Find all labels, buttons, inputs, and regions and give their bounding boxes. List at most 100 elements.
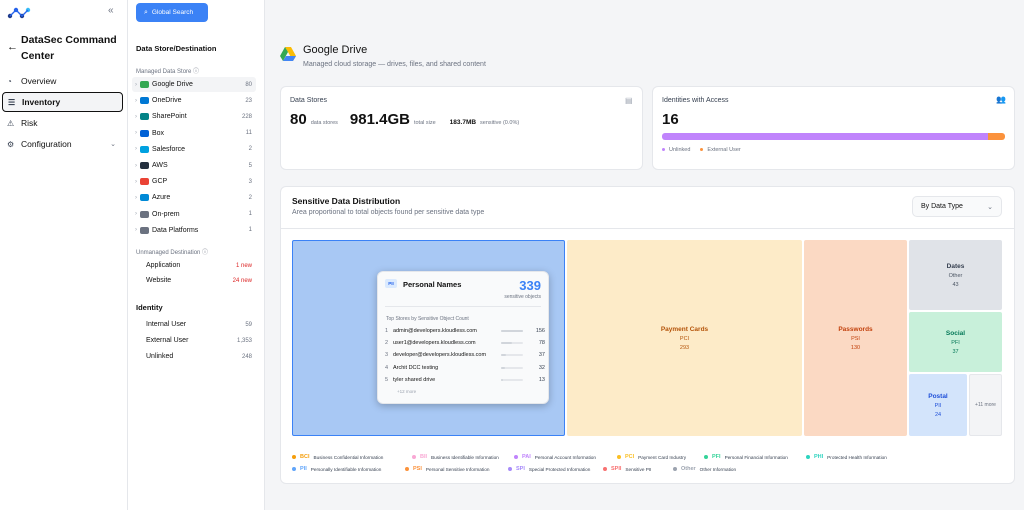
managed-store-google-drive[interactable]: › Google Drive 80 xyxy=(132,77,256,92)
item-name: Website xyxy=(146,277,172,284)
managed-store-on-prem[interactable]: › On-prem 1 xyxy=(132,207,256,222)
legend-dot xyxy=(662,148,665,152)
legend-dot xyxy=(514,455,518,459)
row-bar xyxy=(501,354,523,357)
item-count: 1 xyxy=(248,211,252,218)
legend-external-label: External User xyxy=(707,147,741,153)
legend-label: Personal Sensitive Information xyxy=(425,466,490,472)
tooltip-more: +12 more xyxy=(397,389,417,394)
cell-value: 37 xyxy=(952,348,959,355)
legend-label: Business Identifiable Information xyxy=(431,454,499,460)
cell-title: Social xyxy=(945,329,966,337)
store-icon xyxy=(140,129,149,137)
data-stores-stats: 80 data stores 981.4GB total size 183.7M… xyxy=(290,111,519,128)
app-title: DataSec Command Center xyxy=(21,34,117,62)
total-size: 981.4GB xyxy=(349,111,410,128)
tooltip-list-title: Top Stores by Sensitive Object Count xyxy=(386,316,469,322)
data-stores-label: Data Stores xyxy=(290,97,327,104)
collapse-sidebar-icon[interactable]: « xyxy=(108,5,114,16)
managed-store-salesforce[interactable]: › Salesforce 2 xyxy=(132,142,256,157)
item-count: 228 xyxy=(241,113,252,120)
legend-code: PSI xyxy=(413,466,422,472)
global-search-button[interactable]: ⌕ Global Search xyxy=(136,3,208,22)
treemap-cell-postal[interactable]: Postal PII 24 xyxy=(909,374,967,436)
tooltip-row: 5 tyler shared drive 13 xyxy=(385,375,545,385)
divider xyxy=(281,228,1014,229)
item-name: OneDrive xyxy=(152,97,182,105)
treemap-cell-more[interactable]: +11 more xyxy=(969,374,1002,436)
legend-code: Other xyxy=(681,466,696,472)
google-drive-icon xyxy=(280,47,296,61)
bar-external xyxy=(987,133,1005,140)
identity-item-unlinked[interactable]: Unlinked 248 xyxy=(132,349,256,364)
panel-heading: Data Store/Destination xyxy=(136,44,217,53)
cell-title: Dates xyxy=(946,262,965,270)
item-name: Data Platforms xyxy=(152,226,199,234)
nav-inventory[interactable]: ☰ Inventory xyxy=(2,92,123,112)
item-count: 24 new xyxy=(232,277,252,284)
store-icon xyxy=(140,194,149,202)
managed-store-sharepoint[interactable]: › SharePoint 228 xyxy=(132,109,256,124)
store-icon xyxy=(140,210,149,218)
treemap-cell-dates[interactable]: Dates Other 43 xyxy=(909,240,1002,310)
tooltip-row: 2 user1@developers.kloudless.com 78 xyxy=(385,338,545,348)
identity-item-internal-user[interactable]: Internal User 59 xyxy=(132,317,256,332)
managed-store-box[interactable]: › Box 11 xyxy=(132,126,256,141)
row-rank: 3 xyxy=(385,352,389,359)
nav-configuration[interactable]: ⚙ Configuration ⌄ xyxy=(2,134,123,154)
cell-title: Postal xyxy=(928,392,948,400)
identity-item-external-user[interactable]: External User 1,353 xyxy=(132,333,256,348)
config-icon: ⚙ xyxy=(7,139,15,149)
row-rank: 2 xyxy=(385,340,389,347)
row-name: user1@developers.kloudless.com xyxy=(393,340,476,347)
managed-store-data-platforms[interactable]: › Data Platforms 1 xyxy=(132,223,256,238)
treemap-cell-passwords[interactable]: Passwords PSI 130 xyxy=(804,240,907,436)
item-count: 248 xyxy=(241,353,252,360)
unmanaged-item-application[interactable]: Application 1 new xyxy=(132,258,256,273)
back-arrow-icon[interactable]: ← xyxy=(7,41,18,53)
managed-store-aws[interactable]: › AWS 5 xyxy=(132,158,256,173)
managed-store-gcp[interactable]: › GCP 3 xyxy=(132,174,256,189)
chevron-right-icon: › xyxy=(135,81,137,88)
legend-code: BCI xyxy=(300,454,310,460)
chevron-down-icon: ⌄ xyxy=(987,203,993,211)
app-logo xyxy=(7,7,31,19)
treemap-cell-payment-cards[interactable]: Payment Cards PCI 293 xyxy=(567,240,802,436)
legend-code: PII xyxy=(300,466,307,472)
cell-more-label: +11 more xyxy=(975,402,996,408)
row-bar xyxy=(501,330,523,332)
legend-label: Business Confidential Information xyxy=(313,454,384,460)
item-count: 1,353 xyxy=(236,337,252,344)
managed-store-onedrive[interactable]: › OneDrive 23 xyxy=(132,93,256,108)
sensitive-size: 183.7MB xyxy=(449,119,477,126)
unmanaged-item-website[interactable]: Website 24 new xyxy=(132,273,256,288)
cell-value: 24 xyxy=(934,411,942,418)
row-bar-fill xyxy=(501,354,507,357)
stores-count-unit: data stores xyxy=(310,120,338,126)
bar-unlinked xyxy=(662,133,988,140)
store-icon xyxy=(140,113,149,121)
nav-risk[interactable]: ⚠ Risk xyxy=(2,113,123,133)
cell-code: PFI xyxy=(951,339,960,346)
treemap-cell-social[interactable]: Social PFI 37 xyxy=(909,312,1002,372)
store-icon xyxy=(140,97,149,105)
legend-label: Personally Identifiable Information xyxy=(310,466,382,472)
nav-label: Risk xyxy=(21,118,38,128)
item-name: GCP xyxy=(152,178,168,186)
tooltip-title: Personal Names xyxy=(403,280,462,289)
identities-legend: Unlinked External User xyxy=(662,147,741,153)
row-bar xyxy=(501,378,523,381)
legend-unlinked: Unlinked xyxy=(662,147,690,153)
group-by-dropdown[interactable]: By Data Type ⌄ xyxy=(912,196,1002,217)
legend-dot xyxy=(603,467,607,471)
legend-label: Personal Account Information xyxy=(534,454,596,460)
item-count: 1 new xyxy=(235,262,252,269)
list-icon: ☰ xyxy=(8,97,16,107)
database-icon: ▤ xyxy=(625,96,633,105)
item-name: On-prem xyxy=(152,210,180,218)
legend-dot xyxy=(700,148,704,152)
nav-overview[interactable]: ◔ Overview xyxy=(2,71,123,91)
item-count: 2 xyxy=(248,146,252,153)
item-name: SharePoint xyxy=(152,113,187,121)
managed-store-azure[interactable]: › Azure 2 xyxy=(132,190,256,205)
